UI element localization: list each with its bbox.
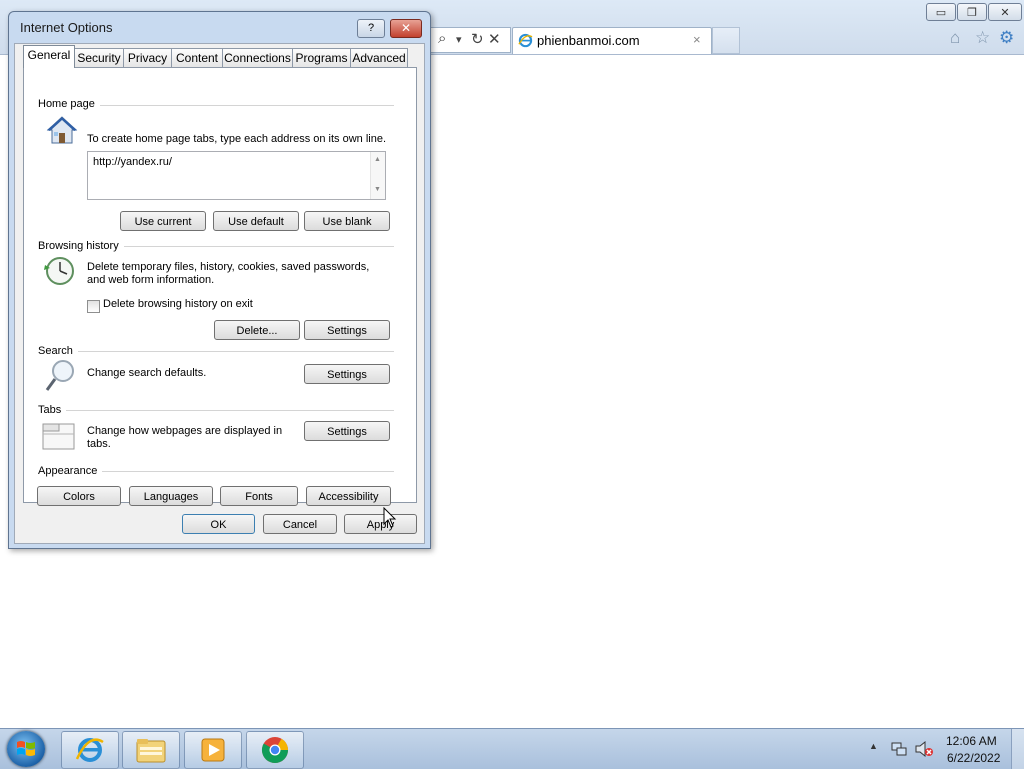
search-settings-button[interactable]: Settings [304, 364, 390, 384]
maximize-button[interactable]: ❐ [957, 3, 987, 21]
home-page-description: To create home page tabs, type each addr… [87, 133, 387, 145]
scroll-down-icon[interactable]: ▼ [374, 186, 381, 193]
home-page-value: http://yandex.ru/ [93, 156, 172, 168]
browser-tab[interactable]: phienbanmoi.com × [512, 27, 712, 54]
accessibility-button[interactable]: Accessibility [306, 486, 391, 506]
magnifier-icon [45, 360, 74, 391]
dialog-title: Internet Options [20, 20, 113, 35]
languages-button[interactable]: Languages [129, 486, 213, 506]
dropdown-icon[interactable]: ▾ [456, 33, 462, 46]
minimize-icon: ▭ [935, 6, 947, 19]
fonts-button[interactable]: Fonts [220, 486, 298, 506]
search-icon[interactable]: ⌕ [438, 30, 446, 47]
history-description-line2: and web form information. [87, 274, 215, 286]
minimize-button[interactable]: ▭ [926, 3, 956, 21]
favorites-icon[interactable]: ☆ [975, 28, 990, 48]
dialog-close-button[interactable]: ✕ [390, 19, 422, 38]
house-icon [46, 116, 78, 144]
general-panel: Home page To create home page tabs, type… [23, 67, 417, 506]
show-desktop-button[interactable] [1011, 729, 1024, 769]
taskbar-internet-explorer[interactable] [61, 731, 119, 769]
dialog-body: General Security Privacy Content Connect… [14, 43, 425, 544]
close-window-button[interactable]: ✕ [988, 3, 1022, 21]
ie-icon [75, 738, 104, 762]
divider [84, 105, 394, 106]
folder-icon [136, 739, 166, 763]
home-page-textbox[interactable]: http://yandex.ru/ ▲ ▼ [87, 151, 386, 200]
start-button[interactable] [7, 731, 45, 767]
search-title: Search [38, 345, 78, 357]
divider [114, 246, 394, 247]
scrollbar[interactable]: ▲ ▼ [370, 152, 385, 199]
browsing-history-title: Browsing history [38, 240, 124, 252]
tab-title: phienbanmoi.com [537, 33, 640, 48]
ie-icon [518, 33, 533, 48]
taskbar: ▲ 12:06 AM 6/22/2022 [0, 728, 1024, 769]
mouse-cursor-icon [383, 507, 397, 528]
apply-button[interactable]: Apply [344, 514, 417, 534]
search-description: Change search defaults. [87, 367, 207, 379]
delete-on-exit-label: Delete browsing history on exit [103, 298, 253, 310]
history-settings-button[interactable]: Settings [304, 320, 390, 340]
ok-button[interactable]: OK [182, 514, 255, 534]
taskbar-windows-explorer[interactable] [122, 731, 180, 769]
divider [66, 410, 394, 411]
help-button[interactable]: ? [357, 19, 385, 38]
volume-muted-icon[interactable] [914, 740, 934, 758]
tab-privacy[interactable]: Privacy [123, 48, 172, 68]
use-current-button[interactable]: Use current [120, 211, 206, 231]
use-default-button[interactable]: Use default [213, 211, 299, 231]
tabs-settings-button[interactable]: Settings [304, 421, 390, 441]
clock-date[interactable]: 6/22/2022 [947, 751, 1000, 765]
media-player-icon [201, 738, 225, 762]
tab-connections[interactable]: Connections [222, 48, 293, 68]
tabs-icon [42, 423, 75, 450]
divider [99, 471, 394, 472]
tabs-title: Tabs [38, 404, 67, 416]
tray-expand-icon[interactable]: ▲ [869, 741, 878, 751]
close-tab-icon[interactable]: × [693, 32, 701, 47]
stop-icon[interactable]: ✕ [488, 30, 501, 48]
tab-advanced[interactable]: Advanced [350, 48, 408, 68]
tab-security[interactable]: Security [74, 48, 124, 68]
address-bar-controls: ⌕ ▾ ↻ ✕ [430, 27, 511, 53]
home-icon[interactable]: ⌂ [950, 28, 960, 48]
tabs-description-line1: Change how webpages are displayed in [87, 425, 283, 437]
delete-history-button[interactable]: Delete... [214, 320, 300, 340]
scroll-up-icon[interactable]: ▲ [374, 156, 381, 163]
windows-logo-icon [17, 741, 35, 756]
colors-button[interactable]: Colors [37, 486, 121, 506]
network-icon[interactable] [890, 740, 908, 758]
divider [74, 351, 394, 352]
use-blank-button[interactable]: Use blank [304, 211, 390, 231]
cancel-button[interactable]: Cancel [263, 514, 337, 534]
tabs-description-line2: tabs. [87, 438, 111, 450]
close-icon: ✕ [1000, 6, 1010, 19]
new-tab-button[interactable] [712, 27, 740, 54]
taskbar-chrome[interactable] [246, 731, 304, 769]
clock-time[interactable]: 12:06 AM [946, 734, 997, 748]
chrome-icon [261, 737, 289, 764]
appearance-title: Appearance [38, 465, 103, 477]
tab-programs[interactable]: Programs [292, 48, 351, 68]
tab-content[interactable]: Content [171, 48, 223, 68]
home-page-title: Home page [38, 98, 100, 110]
delete-on-exit-checkbox[interactable] [87, 300, 100, 313]
history-description-line1: Delete temporary files, history, cookies… [87, 261, 370, 273]
history-clock-icon [44, 257, 74, 285]
tools-icon[interactable]: ⚙ [999, 28, 1014, 48]
tab-general[interactable]: General [23, 45, 75, 68]
refresh-icon[interactable]: ↻ [471, 30, 484, 48]
internet-options-dialog: Internet Options ? ✕ General Security Pr… [8, 11, 431, 549]
restore-icon: ❐ [967, 6, 977, 19]
taskbar-media-player[interactable] [184, 731, 242, 769]
